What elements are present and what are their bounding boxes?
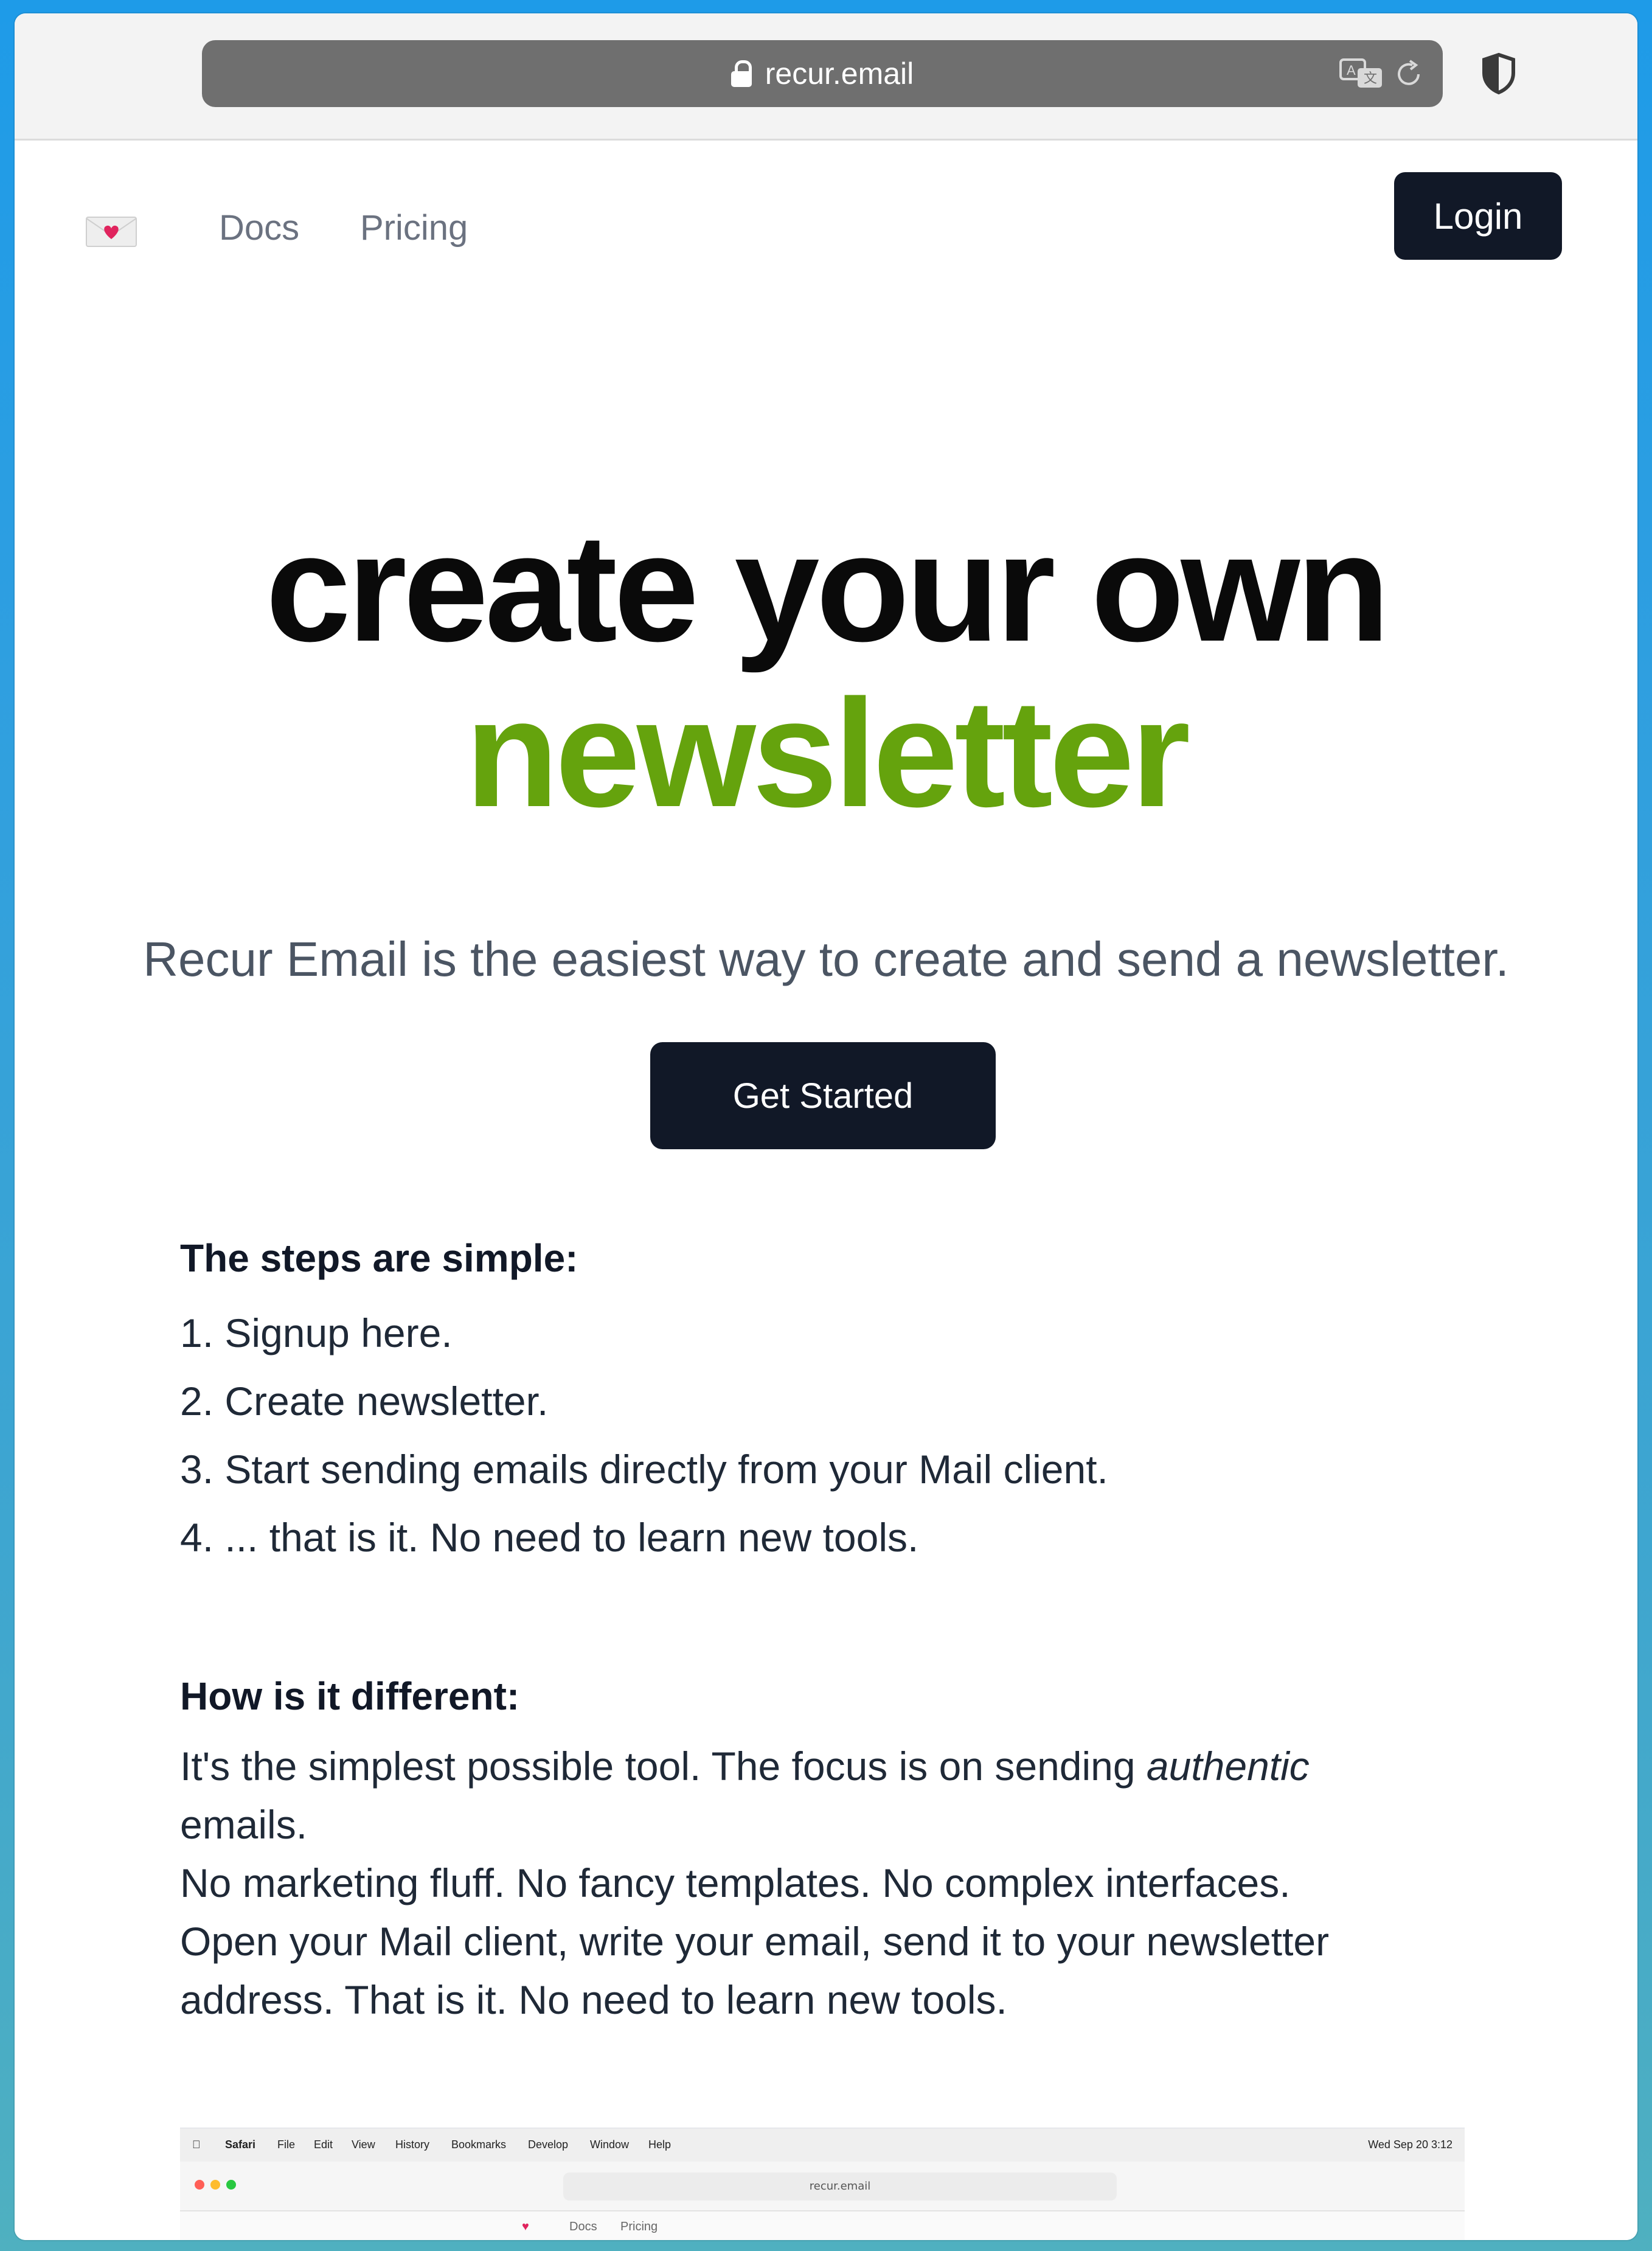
translate-icon[interactable]: A 文 bbox=[1339, 57, 1387, 91]
steps-heading: The steps are simple: bbox=[180, 1236, 578, 1280]
step-item: 3. Start sending emails directly from yo… bbox=[180, 1447, 1108, 1492]
browser-toolbar: recur.email A 文 bbox=[15, 13, 1637, 141]
difference-paragraph: Open your Mail client, write your email,… bbox=[180, 1919, 1330, 2022]
hero-title: create your own bbox=[265, 503, 1390, 673]
url-text[interactable]: recur.email bbox=[765, 56, 914, 91]
mini-nav-link: Pricing bbox=[620, 2220, 658, 2233]
mini-menu-item: Help bbox=[648, 2138, 672, 2151]
mini-menu-item: Bookmarks bbox=[451, 2138, 507, 2151]
difference-section: How is it different: It's the simplest p… bbox=[180, 1674, 1488, 2029]
close-dot-icon bbox=[195, 2180, 204, 2190]
browser-window: recur.email A 文 Docs Pricing Login creat… bbox=[15, 13, 1637, 2240]
difference-paragraph: No marketing fluff. No fancy templates. … bbox=[180, 1860, 1291, 1905]
mini-nav-link: Docs bbox=[569, 2220, 597, 2233]
get-started-button[interactable]: Get Started bbox=[650, 1042, 996, 1149]
hero-title-accent: newsletter bbox=[465, 668, 1190, 839]
mini-logo-icon: ♥ bbox=[522, 2220, 529, 2233]
difference-heading: How is it different: bbox=[180, 1674, 520, 1718]
svg-text:A: A bbox=[1347, 63, 1356, 78]
mini-menu-item: View bbox=[352, 2138, 375, 2151]
mini-menu-item: File bbox=[277, 2138, 296, 2151]
mini-menu-item: Edit bbox=[314, 2138, 333, 2151]
mini-menu-item: Develop bbox=[528, 2138, 569, 2151]
url-display[interactable]: recur.email bbox=[202, 40, 1443, 107]
nav-docs-link[interactable]: Docs bbox=[219, 207, 299, 248]
mini-menu-item: Safari bbox=[225, 2138, 256, 2151]
login-button[interactable]: Login bbox=[1394, 172, 1562, 260]
reload-icon[interactable] bbox=[1394, 58, 1425, 90]
step-item: 4. ... that is it. No need to learn new … bbox=[180, 1515, 919, 1560]
mini-browser-toolbar: recur.email bbox=[180, 2162, 1465, 2211]
minimize-dot-icon bbox=[210, 2180, 220, 2190]
apple-icon:  bbox=[192, 2138, 201, 2151]
steps-section: The steps are simple: 1. Signup here. 2.… bbox=[180, 1236, 1488, 1571]
mini-clock: Wed Sep 20 3:12 bbox=[1368, 2138, 1452, 2151]
webpage: Docs Pricing Login create your own newsl… bbox=[15, 141, 1637, 2240]
mini-menubar:  Safari File Edit View History Bookmark… bbox=[180, 2129, 1465, 2162]
privacy-shield-icon[interactable] bbox=[1480, 52, 1517, 95]
mini-address-bar: recur.email bbox=[563, 2173, 1117, 2201]
address-bar[interactable]: recur.email A 文 bbox=[202, 40, 1443, 107]
embedded-screenshot:  Safari File Edit View History Bookmark… bbox=[180, 2127, 1465, 2240]
mini-menu-item: History bbox=[395, 2138, 430, 2151]
hero-subtitle: Recur Email is the easiest way to create… bbox=[143, 932, 1509, 986]
svg-text:文: 文 bbox=[1364, 71, 1377, 86]
step-item: 2. Create newsletter. bbox=[180, 1379, 549, 1424]
nav-pricing-link[interactable]: Pricing bbox=[360, 207, 468, 248]
lock-icon bbox=[731, 60, 752, 87]
love-letter-logo-icon[interactable] bbox=[85, 215, 137, 249]
mini-menu-item: Window bbox=[590, 2138, 630, 2151]
step-item: 1. Signup here. bbox=[180, 1310, 453, 1355]
zoom-dot-icon bbox=[226, 2180, 236, 2190]
difference-paragraph: It's the simplest possible tool. The foc… bbox=[180, 1744, 1310, 1847]
